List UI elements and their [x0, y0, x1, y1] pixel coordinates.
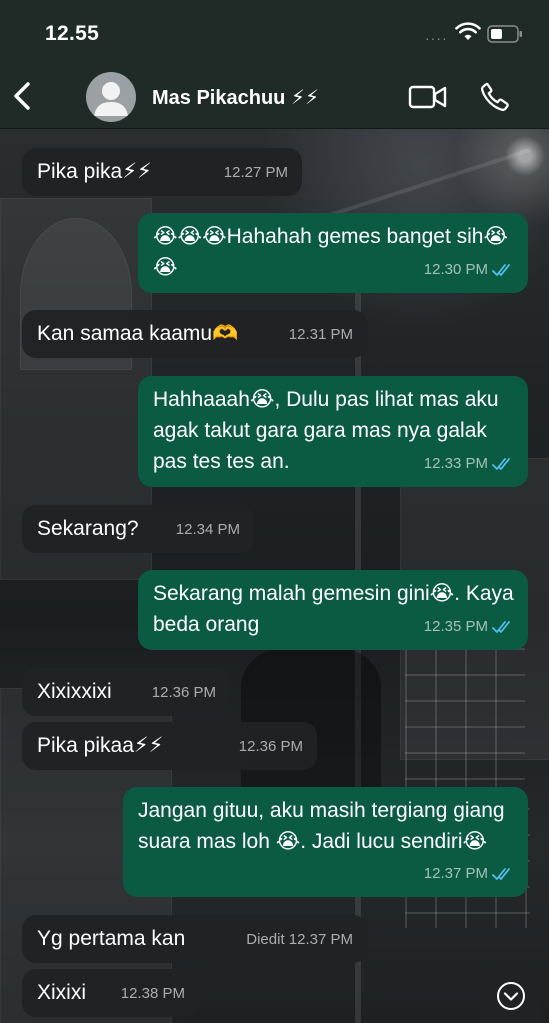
- phone-icon: [480, 82, 509, 112]
- message-incoming[interactable]: Sekarang? 12.34 PM: [22, 505, 254, 553]
- video-camera-icon: [408, 85, 447, 109]
- message-text: Sekarang?: [37, 517, 139, 540]
- chevron-left-icon: [14, 82, 30, 110]
- status-bar: 12.55 ····: [0, 0, 549, 66]
- message-text: Kan samaa kaamu🫶: [37, 322, 239, 345]
- back-button[interactable]: [8, 78, 40, 114]
- message-time: 12.38 PM: [120, 985, 185, 1002]
- status-time: 12.55: [45, 22, 100, 45]
- message-incoming[interactable]: Xixixxixi 12.36 PM: [22, 668, 230, 716]
- contact-avatar[interactable]: [86, 72, 136, 122]
- message-incoming[interactable]: Kan samaa kaamu🫶 12.31 PM: [22, 310, 367, 358]
- message-outgoing[interactable]: 😭😭😭Hahahah gemes banget sih😭😭 12.30 PM: [138, 213, 528, 293]
- message-time: 12.33 PM: [423, 455, 488, 472]
- message-incoming[interactable]: Pika pikaa⚡⚡ 12.36 PM: [22, 722, 317, 770]
- message-text: Xixixxixi: [37, 680, 112, 703]
- wifi-icon: [455, 22, 481, 47]
- message-time: Diedit 12.37 PM: [246, 931, 353, 948]
- message-text: Jangan gituu, aku masih tergiang giang s…: [138, 799, 511, 853]
- voice-call-button[interactable]: [478, 80, 512, 114]
- read-receipt-icon: [492, 867, 510, 880]
- read-receipt-icon: [492, 620, 510, 633]
- message-text: Xixixi: [37, 981, 87, 1004]
- message-incoming[interactable]: Pika pika⚡⚡ 12.27 PM: [22, 148, 302, 196]
- message-text: Pika pikaa⚡⚡: [37, 734, 164, 757]
- video-call-button[interactable]: [408, 82, 448, 112]
- chevron-down-circle-icon: [497, 982, 525, 1010]
- message-time: 12.30 PM: [423, 261, 488, 278]
- read-receipt-icon: [492, 457, 510, 470]
- message-incoming[interactable]: Xixixi 12.38 PM: [22, 969, 199, 1017]
- chat-header: Mas Pikachuu ⚡⚡: [0, 66, 549, 129]
- contact-name[interactable]: Mas Pikachuu ⚡⚡: [152, 85, 319, 110]
- message-incoming[interactable]: Yg pertama kan Diedit 12.37 PM: [22, 915, 367, 963]
- message-time: 12.31 PM: [288, 326, 353, 343]
- message-text: Yg pertama kan: [37, 927, 186, 950]
- message-outgoing[interactable]: Hahhaaah😭, Dulu pas lihat mas aku agak t…: [138, 376, 528, 487]
- message-time: 12.36 PM: [151, 684, 216, 701]
- message-text: Pika pika⚡⚡: [37, 160, 152, 183]
- message-time: 12.34 PM: [175, 521, 240, 538]
- message-outgoing[interactable]: Sekarang malah gemesin gini😭. Kaya beda …: [138, 570, 528, 650]
- cellular-signal-icon: ····: [425, 30, 448, 46]
- message-outgoing[interactable]: Jangan gituu, aku masih tergiang giang s…: [123, 787, 528, 897]
- message-time: 12.27 PM: [223, 164, 288, 181]
- default-avatar-icon: [94, 82, 128, 116]
- message-time: 12.35 PM: [423, 618, 488, 635]
- battery-icon: [487, 25, 523, 48]
- scroll-to-bottom-button[interactable]: [480, 965, 542, 1023]
- message-time: 12.36 PM: [238, 738, 303, 755]
- message-time: 12.37 PM: [423, 865, 488, 882]
- read-receipt-icon: [492, 263, 510, 276]
